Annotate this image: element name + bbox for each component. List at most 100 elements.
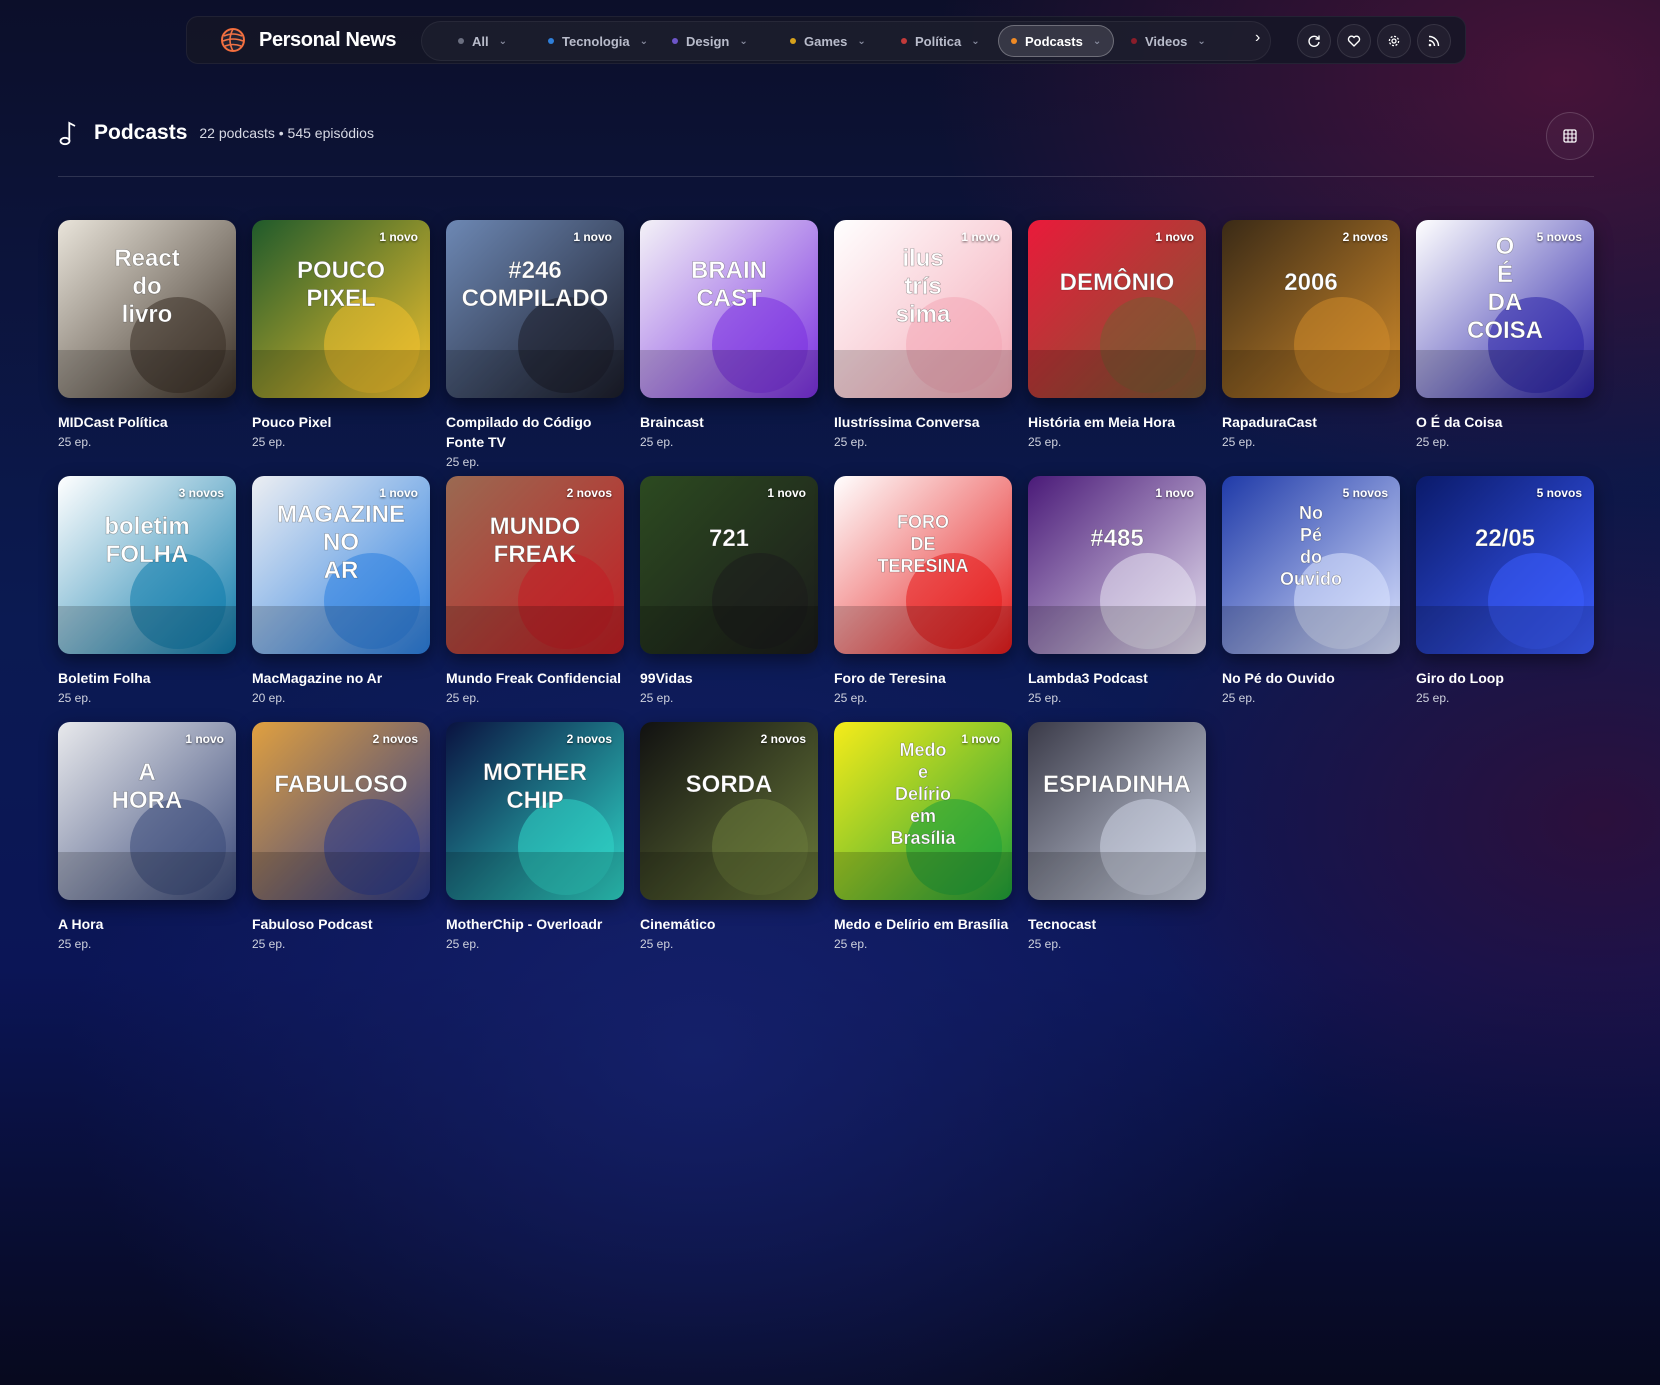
tab-tecnologia[interactable]: Tecnologia ⌄	[536, 25, 660, 57]
podcast-card[interactable]: BRAIN CAST Braincast 25 ep.	[640, 220, 818, 449]
podcast-title[interactable]: Braincast	[640, 412, 818, 432]
tab-podcasts[interactable]: Podcasts ⌄	[998, 25, 1115, 57]
podcast-card[interactable]: No Pé do Ouvido 5 novos No Pé do Ouvido 25 ep…	[1222, 476, 1400, 705]
podcast-title[interactable]: Boletim Folha	[58, 668, 236, 688]
podcast-title[interactable]: Pouco Pixel	[252, 412, 430, 432]
podcast-cover-art[interactable]: Medo e Delírio em Brasília 1 novo	[834, 722, 1012, 900]
episode-count: 25 ep.	[640, 691, 674, 705]
podcast-title[interactable]: A Hora	[58, 914, 236, 934]
tabs-scroll-right-icon[interactable]: ›	[1255, 29, 1260, 47]
podcast-cover-art[interactable]: A HORA 1 novo	[58, 722, 236, 900]
svg-text:CHIP: CHIP	[506, 787, 563, 814]
podcast-card[interactable]: 2006 2 novos RapaduraCast 25 ep.	[1222, 220, 1400, 449]
svg-text:React: React	[114, 245, 179, 272]
podcast-card[interactable]: MAGAZINE NO AR 1 novo MacMagazine no Ar 20 e…	[252, 476, 430, 705]
podcast-card[interactable]: A HORA 1 novo A Hora 25 ep.	[58, 722, 236, 951]
podcast-card[interactable]: FORO DE TERESINA Foro de Teresina 25 ep.	[834, 476, 1012, 705]
chevron-down-icon: ⌄	[1197, 35, 1206, 47]
podcast-cover-art[interactable]: React do livro	[58, 220, 236, 398]
svg-text:CAST: CAST	[696, 285, 762, 312]
podcast-title[interactable]: No Pé do Ouvido	[1222, 668, 1400, 688]
podcast-title[interactable]: Fabuloso Podcast	[252, 914, 430, 934]
podcast-title[interactable]: MacMagazine no Ar	[252, 668, 430, 688]
podcast-title[interactable]: RapaduraCast	[1222, 412, 1400, 432]
podcast-cover-art[interactable]: BRAIN CAST	[640, 220, 818, 398]
podcast-cover-art[interactable]: ilus trís sima 1 novo	[834, 220, 1012, 398]
podcast-cover-art[interactable]: O É DA COISA 5 novos	[1416, 220, 1594, 398]
podcast-title[interactable]: Tecnocast	[1028, 914, 1206, 934]
podcast-card[interactable]: React do livro MIDCast Política 25 ep.	[58, 220, 236, 449]
svg-text:MAGAZINE: MAGAZINE	[277, 501, 405, 528]
cover-image: POUCOPIXEL	[252, 220, 430, 398]
podcast-title[interactable]: 99Vidas	[640, 668, 818, 688]
cover-image: 721	[640, 476, 818, 654]
podcast-cover-art[interactable]: No Pé do Ouvido 5 novos	[1222, 476, 1400, 654]
grid-view-toggle[interactable]	[1546, 112, 1594, 160]
podcast-cover-art[interactable]: FORO DE TERESINA	[834, 476, 1012, 654]
rss-button[interactable]	[1417, 24, 1451, 58]
podcast-card[interactable]: DEMÔNIO 1 novo História em Meia Hora 25 ep…	[1028, 220, 1206, 449]
podcast-card[interactable]: #246 COMPILADO 1 novo Compilado do Código …	[446, 220, 624, 469]
cover-image: OÉDACOISA	[1416, 220, 1594, 398]
podcast-card[interactable]: MUNDO FREAK 2 novos Mundo Freak Confidenci…	[446, 476, 624, 705]
svg-text:No: No	[1299, 503, 1323, 523]
podcast-card[interactable]: ESPIADINHA Tecnocast 25 ep.	[1028, 722, 1206, 951]
brand[interactable]: Personal News	[187, 26, 419, 54]
podcast-card[interactable]: boletim FOLHA 3 novos Boletim Folha 25 ep.	[58, 476, 236, 705]
svg-text:POUCO: POUCO	[297, 257, 385, 284]
podcast-cover-art[interactable]: #246 COMPILADO 1 novo	[446, 220, 624, 398]
podcast-card[interactable]: #485 1 novo Lambda3 Podcast 25 ep.	[1028, 476, 1206, 705]
podcast-card[interactable]: 22/05 5 novos Giro do Loop 25 ep.	[1416, 476, 1594, 705]
podcast-title[interactable]: MIDCast Política	[58, 412, 236, 432]
settings-button[interactable]	[1377, 24, 1411, 58]
new-episodes-badge: 1 novo	[961, 732, 1000, 746]
podcast-title[interactable]: MotherChip - Overloadr	[446, 914, 624, 934]
podcast-card[interactable]: ilus trís sima 1 novo Ilustríssima Conversa…	[834, 220, 1012, 449]
podcast-title[interactable]: Foro de Teresina	[834, 668, 1012, 688]
podcast-cover-art[interactable]: DEMÔNIO 1 novo	[1028, 220, 1206, 398]
podcast-card[interactable]: 721 1 novo 99Vidas 25 ep.	[640, 476, 818, 705]
episode-count: 25 ep.	[640, 435, 674, 449]
podcast-cover-art[interactable]: SORDA 2 novos	[640, 722, 818, 900]
podcast-cover-art[interactable]: 2006 2 novos	[1222, 220, 1400, 398]
podcast-card[interactable]: O É DA COISA 5 novos O É da Coisa 25 ep.	[1416, 220, 1594, 449]
tab-games[interactable]: Games ⌄	[778, 25, 878, 57]
tab-color-dot	[458, 38, 464, 44]
podcast-cover-art[interactable]: MAGAZINE NO AR 1 novo	[252, 476, 430, 654]
favorites-button[interactable]	[1337, 24, 1371, 58]
podcast-cover-art[interactable]: 721 1 novo	[640, 476, 818, 654]
podcast-title[interactable]: Lambda3 Podcast	[1028, 668, 1206, 688]
podcast-card[interactable]: MOTHER CHIP 2 novos MotherChip - Overloadr…	[446, 722, 624, 951]
podcast-cover-art[interactable]: POUCO PIXEL 1 novo	[252, 220, 430, 398]
podcast-card[interactable]: SORDA 2 novos Cinemático 25 ep.	[640, 722, 818, 951]
podcast-cover-art[interactable]: MUNDO FREAK 2 novos	[446, 476, 624, 654]
podcast-card[interactable]: FABULOSO 2 novos Fabuloso Podcast 25 ep.	[252, 722, 430, 951]
podcast-title[interactable]: Cinemático	[640, 914, 818, 934]
podcast-cover-art[interactable]: 22/05 5 novos	[1416, 476, 1594, 654]
globe-logo-icon	[221, 28, 245, 52]
tab-design[interactable]: Design ⌄	[660, 25, 760, 57]
podcast-cover-art[interactable]: #485 1 novo	[1028, 476, 1206, 654]
podcast-cover-art[interactable]: MOTHER CHIP 2 novos	[446, 722, 624, 900]
refresh-button[interactable]	[1297, 24, 1331, 58]
podcast-title[interactable]: Ilustríssima Conversa	[834, 412, 1012, 432]
podcast-title[interactable]: História em Meia Hora	[1028, 412, 1206, 432]
podcast-title[interactable]: Compilado do Código Fonte TV	[446, 412, 624, 452]
podcast-cover-art[interactable]: FABULOSO 2 novos	[252, 722, 430, 900]
svg-text:#485: #485	[1090, 525, 1143, 552]
tab-videos[interactable]: Videos ⌄	[1119, 25, 1218, 57]
podcast-cover-art[interactable]: boletim FOLHA 3 novos	[58, 476, 236, 654]
podcast-title[interactable]: Giro do Loop	[1416, 668, 1594, 688]
podcast-card[interactable]: Medo e Delírio em Brasília 1 novo Medo e Delí…	[834, 722, 1012, 951]
podcast-title[interactable]: O É da Coisa	[1416, 412, 1594, 432]
new-episodes-badge: 2 novos	[566, 486, 612, 500]
tab-poltica[interactable]: Política ⌄	[889, 25, 992, 57]
podcast-title[interactable]: Mundo Freak Confidencial	[446, 668, 624, 688]
podcast-title[interactable]: Medo e Delírio em Brasília	[834, 914, 1012, 934]
podcast-card[interactable]: POUCO PIXEL 1 novo Pouco Pixel 25 ep.	[252, 220, 430, 449]
tab-all[interactable]: All ⌄	[446, 25, 519, 57]
podcast-cover-art[interactable]: ESPIADINHA	[1028, 722, 1206, 900]
episode-count: 25 ep.	[1222, 691, 1256, 705]
cover-image: DEMÔNIO	[1028, 220, 1206, 398]
app-title: Personal News	[259, 28, 397, 51]
